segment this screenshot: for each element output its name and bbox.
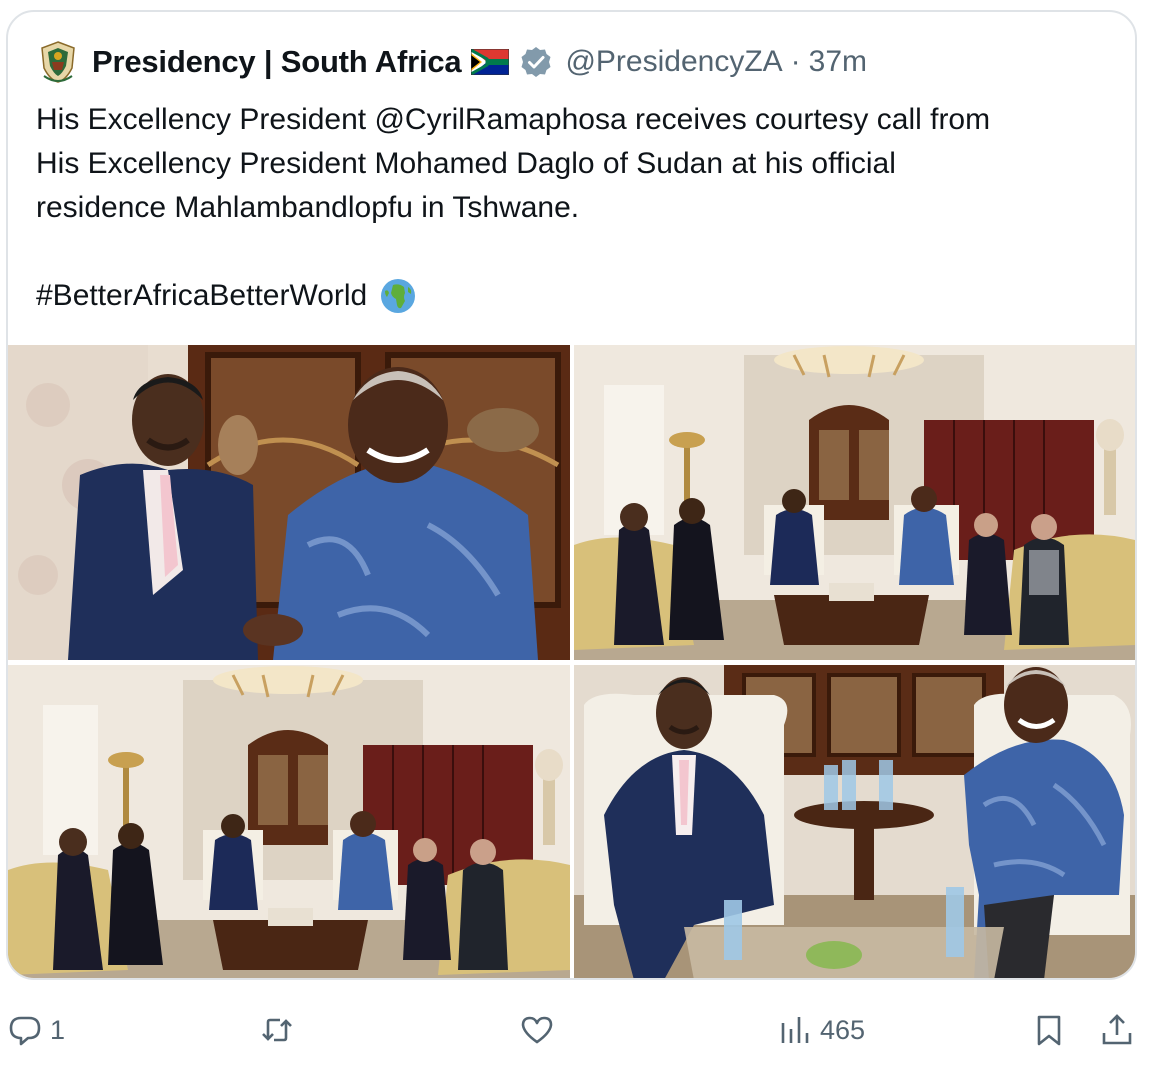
tweet-card[interactable]: Presidency | South Africa @PresidencyZA … [6, 10, 1137, 980]
tweet-text-line: His Excellency President Mohamed Daglo o… [36, 147, 896, 180]
globe-africa-icon [381, 279, 416, 313]
reply-count: 1 [50, 1014, 66, 1045]
bookmark-icon [1037, 1015, 1061, 1046]
coat-of-arms-icon[interactable] [38, 40, 78, 84]
media-grid [8, 345, 1135, 978]
tweet-timestamp[interactable]: 37m [809, 45, 867, 79]
tweet-actions-bar: 1 465 [0, 1000, 1160, 1060]
hashtag-link[interactable]: #BetterAfricaBetterWorld [36, 274, 367, 318]
tweet-header: Presidency | South Africa @PresidencyZA … [38, 40, 867, 84]
bookmark-button[interactable] [1032, 1010, 1066, 1050]
retweet-icon [262, 1018, 292, 1042]
tweet-text-line: His Excellency President @CyrilRamaphosa… [36, 103, 991, 136]
reply-icon [9, 1016, 41, 1046]
share-icon [1102, 1014, 1132, 1045]
reply-button[interactable]: 1 [8, 1010, 65, 1050]
photo-meeting-room-wide[interactable] [574, 345, 1135, 660]
like-button[interactable] [520, 1010, 562, 1050]
views-count: 465 [820, 1014, 866, 1045]
south-africa-flag-icon [471, 49, 510, 75]
views-icon [781, 1017, 809, 1043]
views-button[interactable]: 465 [778, 1010, 865, 1050]
like-icon [521, 1016, 553, 1044]
photo-two-presidents-seated[interactable] [574, 665, 1135, 978]
photo-meeting-room-wide-2[interactable] [8, 665, 570, 978]
tweet-text-line: residence Mahlambandlopfu in Tshwane. [36, 191, 580, 224]
separator-dot: · [790, 45, 801, 78]
photo-handshake[interactable] [8, 345, 570, 660]
retweet-button[interactable] [260, 1010, 302, 1050]
author-display-name[interactable]: Presidency | South Africa [92, 44, 462, 80]
author-handle[interactable]: @PresidencyZA [565, 45, 782, 79]
tweet-text: His Excellency President @CyrilRamaphosa… [36, 98, 1126, 230]
verified-badge-icon[interactable] [519, 45, 553, 79]
share-button[interactable] [1100, 1010, 1134, 1050]
hashtag-line: #BetterAfricaBetterWorld [36, 274, 417, 318]
